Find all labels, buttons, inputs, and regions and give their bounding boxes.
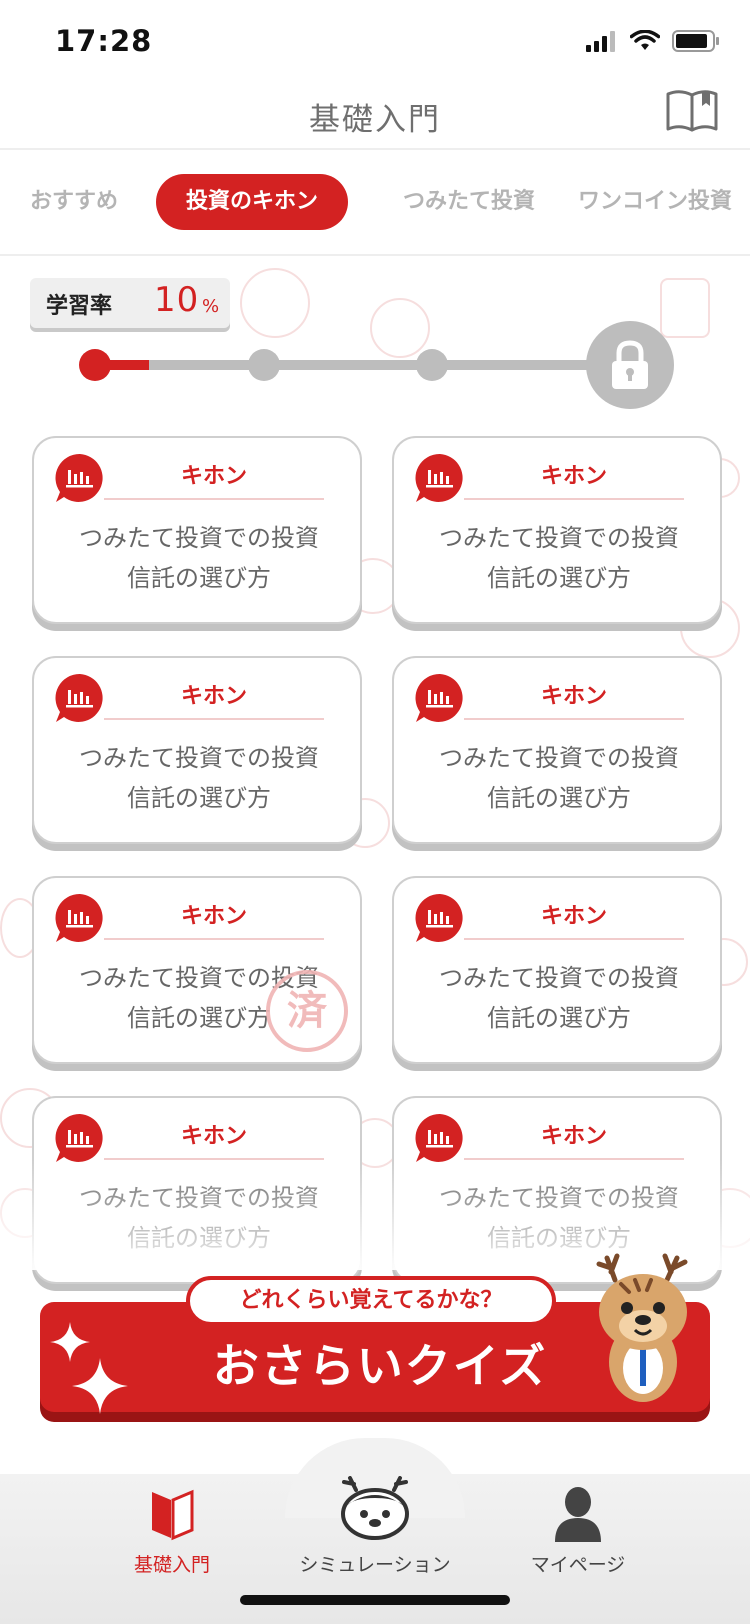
learning-rate-value: 10: [154, 280, 200, 320]
card-category: キホン: [180, 684, 247, 709]
tab-bar: おすすめ 投資のキホン つみたて投資 ワンコイン投資: [0, 150, 750, 256]
header: 基礎入門: [0, 88, 750, 150]
card-divider: [104, 498, 324, 500]
completed-stamp: 済: [266, 970, 348, 1052]
status-time: 17:28: [55, 24, 153, 58]
home-indicator[interactable]: [240, 1595, 510, 1605]
lock-icon: [612, 340, 648, 389]
bar-chart-bubble-icon: [55, 1113, 103, 1162]
nav-label: 基礎入門: [133, 1554, 210, 1576]
card-category: キホン: [180, 464, 247, 489]
lesson-card[interactable]: キホンつみたて投資での投資信託の選び方: [32, 436, 362, 624]
card-divider: [464, 498, 684, 500]
card-category: キホン: [540, 1124, 607, 1149]
card-title-line: つみたて投資での投資: [439, 964, 679, 992]
bar-chart-bubble-icon: [55, 893, 103, 942]
nav-label: シミュレーション: [299, 1554, 451, 1576]
bar-chart-bubble-icon: [55, 673, 103, 722]
card-title: つみたて投資での投資信託の選び方: [34, 738, 360, 818]
battery-icon: [672, 30, 719, 52]
bar-chart-bubble-icon: [415, 893, 463, 942]
card-title-line: つみたて投資での投資: [439, 744, 679, 772]
card-title-line: つみたて投資での投資: [79, 744, 319, 772]
learning-rate-unit: %: [202, 296, 220, 317]
learning-rate-label: 学習率: [46, 294, 113, 319]
card-title: つみたて投資での投資信託の選び方: [394, 738, 720, 818]
bar-chart-bubble-icon: [415, 453, 463, 502]
bar-chart-bubble-icon: [415, 673, 463, 722]
nav-item-simulation[interactable]: シミュレーション: [275, 1476, 475, 1576]
card-title-line: つみたて投資での投資: [439, 524, 679, 552]
card-divider: [104, 718, 324, 720]
card-title-line: 信託の選び方: [487, 564, 631, 592]
card-category: キホン: [180, 904, 247, 929]
quiz-title: おさらいクイズ: [212, 1339, 548, 1393]
card-divider: [464, 938, 684, 940]
card-category: キホン: [540, 904, 607, 929]
doodle-shape: [370, 298, 430, 358]
tab-investment-basics[interactable]: 投資のキホン: [156, 174, 349, 230]
person-icon: [555, 1487, 601, 1542]
card-title: つみたて投資での投資信託の選び方: [34, 518, 360, 598]
progress-dot: [248, 349, 280, 381]
card-title-line: つみたて投資での投資: [79, 524, 319, 552]
learning-rate-badge: 学習率 10 %: [30, 278, 230, 328]
card-title-line: 信託の選び方: [127, 564, 271, 592]
lesson-card[interactable]: キホンつみたて投資での投資信託の選び方: [392, 656, 722, 844]
deer-face-icon: [341, 1476, 409, 1540]
book-icon[interactable]: [666, 88, 718, 132]
status-icons: [586, 30, 720, 52]
quiz-speech-bubble: どれくらい覚えてるかな？: [186, 1276, 556, 1326]
bar-chart-bubble-icon: [415, 1113, 463, 1162]
card-divider: [464, 718, 684, 720]
tab-one-coin[interactable]: ワンコイン投資: [578, 174, 732, 230]
nav-label: マイページ: [530, 1554, 626, 1576]
signal-icon: [586, 31, 615, 52]
status-bar: 17:28: [0, 0, 750, 88]
wifi-icon: [630, 30, 660, 50]
sparkle-icon: [50, 1322, 90, 1362]
card-title-line: 信託の選び方: [487, 1004, 631, 1032]
nav-item-basics[interactable]: 基礎入門: [72, 1480, 272, 1576]
card-divider: [104, 938, 324, 940]
progress-track: [95, 360, 635, 370]
beginner-mark-icon: [152, 1489, 194, 1541]
page-title: 基礎入門: [309, 102, 441, 138]
card-category: キホン: [540, 684, 607, 709]
doodle-shape: [240, 268, 310, 338]
lesson-card[interactable]: キホンつみたて投資での投資信託の選び方: [392, 436, 722, 624]
lesson-card[interactable]: キホンつみたて投資での投資信託の選び方: [32, 656, 362, 844]
card-title: つみたて投資での投資信託の選び方: [394, 958, 720, 1038]
tab-recommended[interactable]: おすすめ: [30, 174, 118, 230]
card-category: キホン: [180, 1124, 247, 1149]
progress-dot: [416, 349, 448, 381]
progress-dot: [79, 349, 111, 381]
nav-item-mypage[interactable]: マイページ: [478, 1480, 678, 1576]
locked-goal: [586, 321, 674, 409]
lesson-card[interactable]: キホン つみたて投資での投資 信託の選び方済: [32, 876, 362, 1064]
card-title: つみたて投資での投資信託の選び方: [394, 518, 720, 598]
tab-tsumitate[interactable]: つみたて投資: [403, 174, 535, 230]
bar-chart-bubble-icon: [55, 453, 103, 502]
card-title-line: 信託の選び方: [487, 784, 631, 812]
lesson-card[interactable]: キホンつみたて投資での投資信託の選び方: [392, 876, 722, 1064]
deer-mascot-icon: [596, 1253, 688, 1402]
card-category: キホン: [540, 464, 607, 489]
card-title-line: 信託の選び方: [127, 784, 271, 812]
